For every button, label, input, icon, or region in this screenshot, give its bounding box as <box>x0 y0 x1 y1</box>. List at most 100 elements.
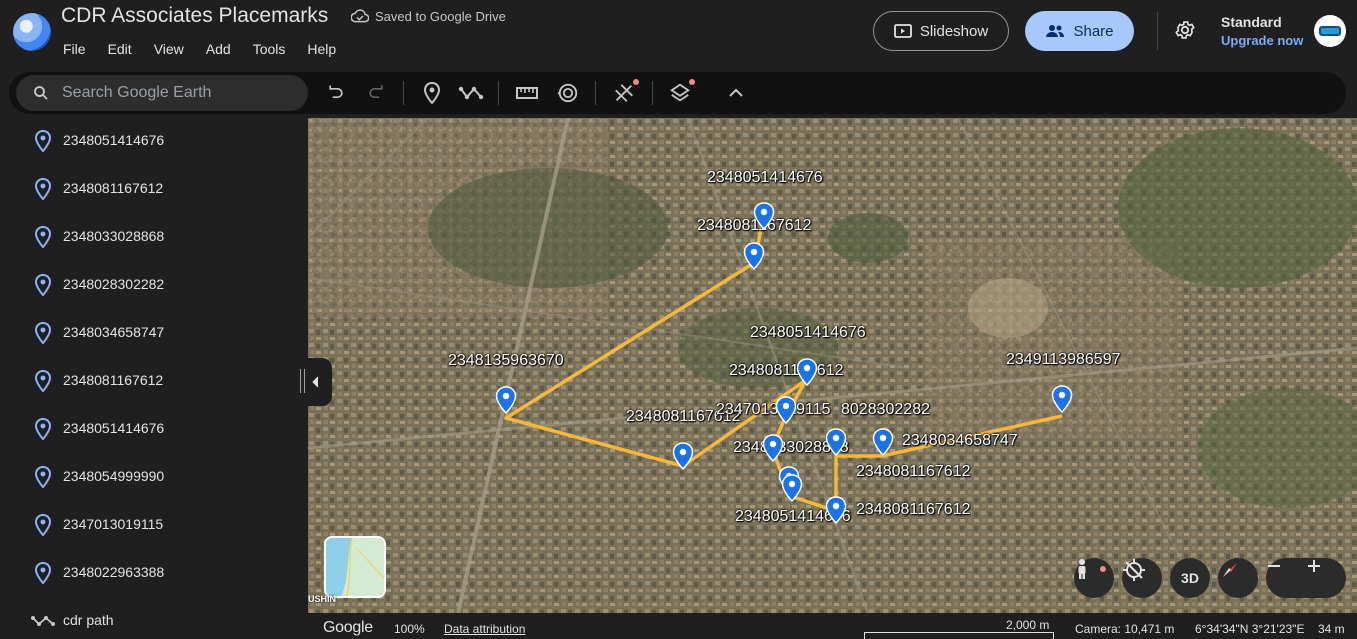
status-bar: Google 100% Data attribution 2,000 m Cam… <box>308 613 1357 639</box>
add-placemark-button[interactable] <box>419 80 445 106</box>
search-icon <box>34 86 48 100</box>
list-item[interactable]: 2348034658747 <box>0 312 308 352</box>
toolbar-divider <box>498 81 499 105</box>
plan-name: Standard <box>1221 14 1282 30</box>
toggle-3d-button[interactable]: 3D <box>1170 558 1210 598</box>
minimap-graphic <box>326 538 384 596</box>
list-item[interactable]: cdr path <box>0 600 308 639</box>
list-item-label: 2348051414676 <box>63 132 165 148</box>
compass-icon <box>1223 563 1237 577</box>
share-button[interactable]: Share <box>1025 11 1134 51</box>
toolbar-divider <box>652 81 653 105</box>
placemark-label: 2348081167612 <box>729 362 844 379</box>
layers-button[interactable] <box>667 79 695 106</box>
list-item[interactable]: 2348051414676 <box>0 408 308 448</box>
google-wordmark: Google <box>323 619 373 636</box>
collapse-toolbar-button[interactable] <box>723 80 749 106</box>
plus-icon <box>1308 560 1320 572</box>
map-view[interactable]: 2348051414676 2348081167612 234805141467… <box>308 118 1357 613</box>
toolbar-divider <box>595 81 596 105</box>
collapse-sidebar-button[interactable] <box>294 358 332 406</box>
placemark-label: 2348051414676 <box>750 324 866 341</box>
elevation: 34 m <box>1318 622 1345 636</box>
placemark-label: 2348135963670 <box>448 352 564 369</box>
list-item[interactable]: 2347013019115 <box>0 504 308 544</box>
placemark-pin[interactable] <box>872 428 894 456</box>
list-item[interactable]: 2348054999990 <box>0 456 308 496</box>
slideshow-icon <box>893 24 912 38</box>
placemark-pin[interactable] <box>775 396 797 424</box>
google-earth-logo[interactable] <box>13 13 51 51</box>
placemark-label: 2348081167612 <box>856 501 971 518</box>
location-off-icon <box>1123 559 1145 581</box>
search-box[interactable] <box>16 75 308 111</box>
placemark-pin[interactable] <box>672 442 694 470</box>
list-item-label: 2348028302282 <box>63 276 165 292</box>
draw-path-button[interactable] <box>458 80 484 106</box>
menu-add[interactable]: Add <box>195 41 242 57</box>
save-status-text: Saved to Google Drive <box>375 8 506 24</box>
app-header: CDR Associates Placemarks Saved to Googl… <box>0 0 1357 72</box>
camera-altitude: Camera: 10,471 m <box>1075 622 1175 636</box>
draw-path-icon <box>458 86 484 100</box>
slideshow-button[interactable]: Slideshow <box>873 11 1009 51</box>
list-item-label: 2348022963388 <box>63 564 165 580</box>
placemark-pin[interactable] <box>796 358 818 386</box>
list-item-label: cdr path <box>63 612 114 628</box>
placemark-pin[interactable] <box>762 434 784 462</box>
placemark-label: 2348034658747 <box>902 432 1018 449</box>
list-item-label: 2347013019115 <box>63 516 164 532</box>
toolbar-divider <box>403 81 404 105</box>
zoom-in-button[interactable] <box>1306 558 1346 598</box>
placemark-pin[interactable] <box>1051 385 1073 413</box>
satellite-tools-button[interactable] <box>611 79 639 106</box>
placemark-icon <box>34 562 52 584</box>
account-avatar[interactable] <box>1314 15 1346 47</box>
minimap[interactable] <box>324 536 386 598</box>
scale-bar <box>864 632 1054 639</box>
cursor-coordinates: 6°34'34"N 3°21'23"E <box>1195 622 1305 636</box>
menu-help[interactable]: Help <box>296 41 347 57</box>
compass-button[interactable] <box>1218 558 1258 598</box>
list-item[interactable]: 2348022963388 <box>0 552 308 592</box>
chevron-left-icon <box>312 376 319 388</box>
placemark-pin[interactable] <box>825 428 847 456</box>
placemark-icon <box>34 322 52 344</box>
redo-button[interactable] <box>363 80 389 106</box>
placemark-pin[interactable] <box>753 202 775 230</box>
placemark-pin[interactable] <box>781 474 803 502</box>
settings-button[interactable] <box>1171 16 1199 44</box>
list-item-label: 2348033028868 <box>63 228 165 244</box>
list-item[interactable]: 2348081167612 <box>0 360 308 400</box>
placemark-icon <box>34 418 52 440</box>
data-attribution-link[interactable]: Data attribution <box>444 622 525 636</box>
placemark-pin[interactable] <box>825 496 847 524</box>
menu-view[interactable]: View <box>143 41 195 57</box>
pegman-button[interactable] <box>1074 558 1114 598</box>
placemark-pin[interactable] <box>495 386 517 414</box>
undo-button[interactable] <box>323 80 349 106</box>
list-item[interactable]: 2348081167612 <box>0 168 308 208</box>
upgrade-link[interactable]: Upgrade now <box>1221 33 1303 48</box>
placemark-icon <box>34 466 52 488</box>
placemark-icon <box>34 130 52 152</box>
list-item[interactable]: 2348051414676 <box>0 120 308 160</box>
historical-imagery-button[interactable] <box>555 80 581 106</box>
chevron-up-icon <box>729 88 743 97</box>
placemark-pin[interactable] <box>743 242 765 270</box>
placemark-icon <box>423 82 441 104</box>
list-item[interactable]: 2348033028868 <box>0 216 308 256</box>
google-earth-app: CDR Associates Placemarks Saved to Googl… <box>0 0 1357 639</box>
list-item-label: 2348054999990 <box>63 468 165 484</box>
search-input[interactable] <box>62 75 298 111</box>
placemark-label: 8028302282 <box>841 401 930 418</box>
project-title[interactable]: CDR Associates Placemarks <box>61 4 328 28</box>
list-item-label: 2348034658747 <box>63 324 165 340</box>
my-location-button[interactable] <box>1122 558 1162 598</box>
menu-edit[interactable]: Edit <box>97 41 143 57</box>
list-item[interactable]: 2348028302282 <box>0 264 308 304</box>
measure-button[interactable] <box>514 80 540 106</box>
menu-tools[interactable]: Tools <box>242 41 297 57</box>
zoom-out-button[interactable] <box>1266 558 1306 598</box>
menu-file[interactable]: File <box>52 41 97 57</box>
